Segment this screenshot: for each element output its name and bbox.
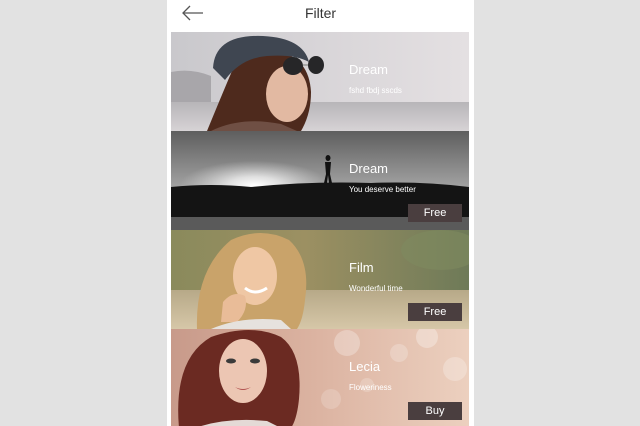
- filter-description: Wonderful time: [349, 284, 403, 293]
- app-header: Filter: [167, 0, 474, 32]
- filter-preview-image: [171, 32, 469, 131]
- filter-description: fshd fbdj sscds: [349, 86, 402, 95]
- buy-button[interactable]: Buy: [408, 402, 462, 420]
- filter-card-film[interactable]: Film Wonderful time Free: [171, 230, 469, 329]
- filter-name: Dream: [349, 161, 389, 176]
- filter-card-lecia[interactable]: Lecia Floweriness Buy: [171, 329, 469, 426]
- filter-description: Floweriness: [349, 383, 392, 392]
- filter-list: Dream fshd fbdj sscds Dream You deserve …: [171, 32, 469, 426]
- filter-name: Film: [349, 260, 374, 275]
- page-title: Filter: [304, 5, 337, 21]
- filter-name: Dream: [349, 62, 389, 77]
- free-button[interactable]: Free: [408, 204, 462, 222]
- filter-screen: Filter Dream fshd fbdj sscds Dream You d…: [167, 0, 474, 426]
- free-button[interactable]: Free: [408, 303, 462, 321]
- filter-card-dream-2[interactable]: Dream You deserve better Free: [171, 131, 469, 230]
- filter-name: Lecia: [349, 359, 381, 374]
- filter-card-dream[interactable]: Dream fshd fbdj sscds: [171, 32, 469, 131]
- filter-description: You deserve better: [349, 185, 416, 194]
